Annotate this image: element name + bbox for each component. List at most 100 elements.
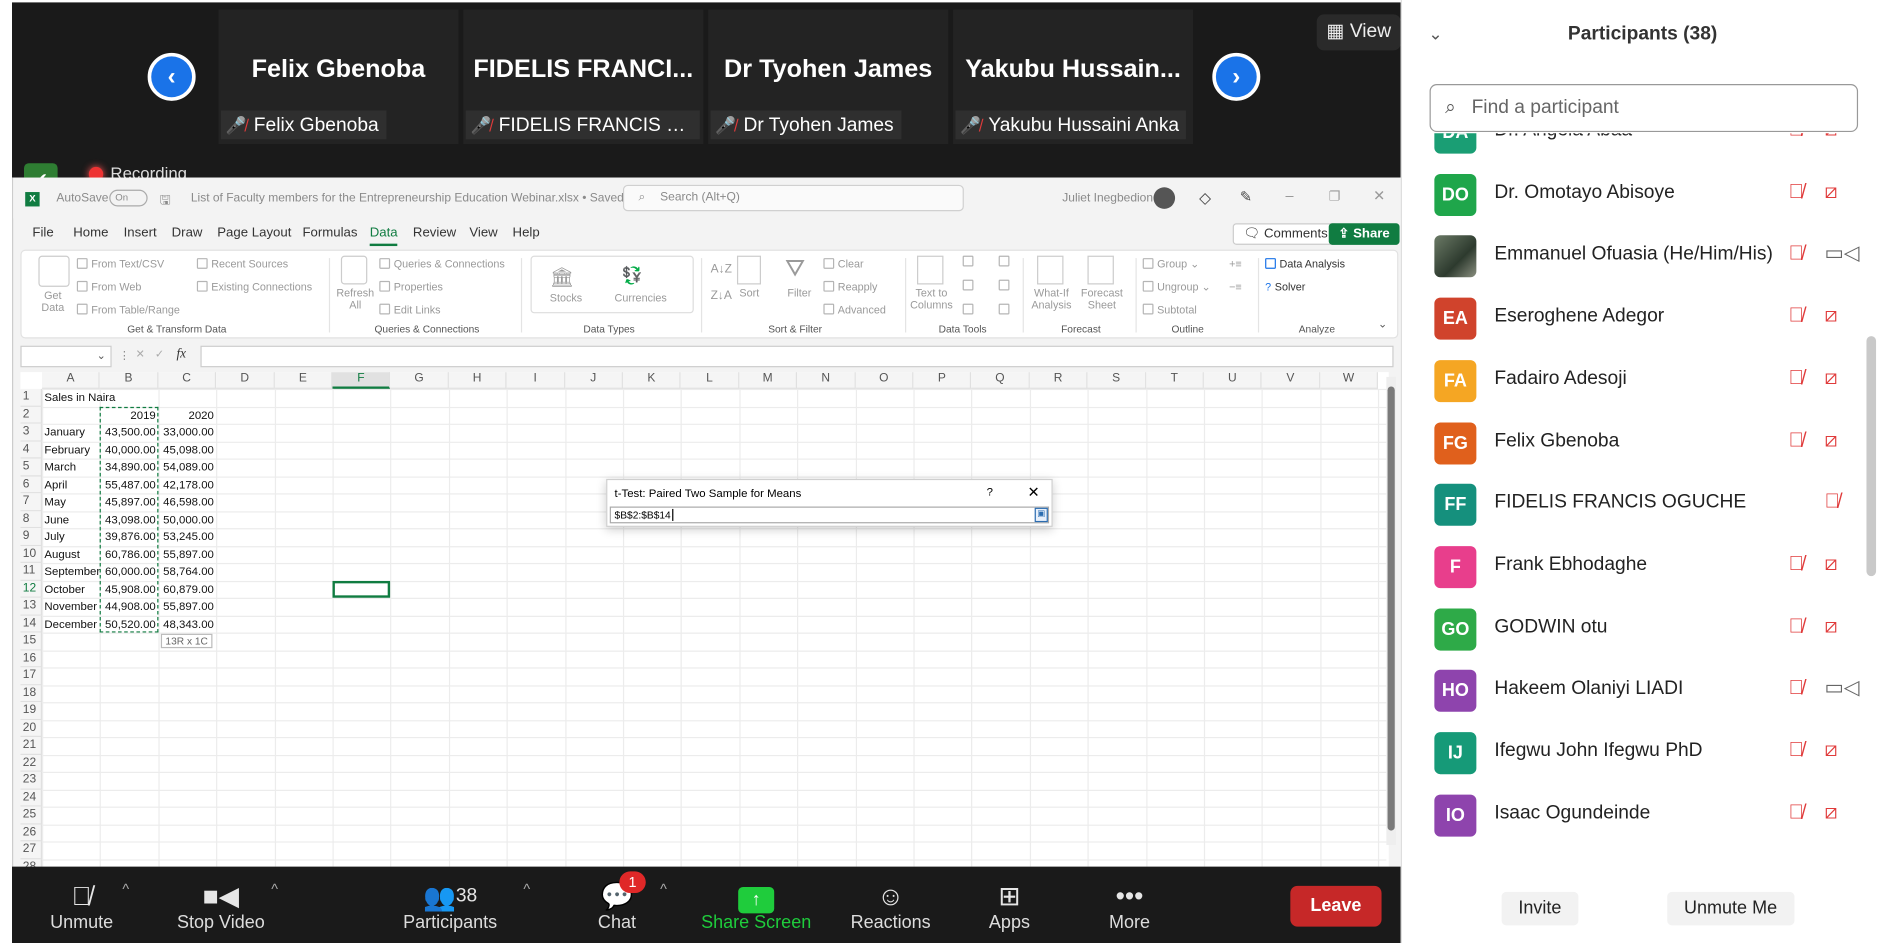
column-header-r[interactable]: R xyxy=(1029,372,1088,389)
filter-button[interactable]: Filter xyxy=(787,287,811,299)
column-header-t[interactable]: T xyxy=(1145,372,1204,389)
row-header-24[interactable]: 24 xyxy=(20,789,43,807)
column-header-l[interactable]: L xyxy=(681,372,740,389)
hide-detail-icon[interactable]: −≡ xyxy=(1229,281,1242,293)
refresh-all-button[interactable]: Refresh All xyxy=(331,287,379,311)
spreadsheet-grid[interactable]: A B C D E F G H I J K L M N O P Q R S T U V W 1 2 3 4 5 6 7 8 9 10 11 12 13… xyxy=(20,372,1389,867)
column-header-j[interactable]: J xyxy=(564,372,623,389)
sales-2020-cell[interactable]: 55,897.00 xyxy=(161,600,214,613)
month-cell[interactable]: August xyxy=(44,548,80,561)
insert-function-icon[interactable]: fx xyxy=(176,347,186,361)
participant-item[interactable]: DO Dr. Omotayo Abisoye 🎙̸ ⧄ xyxy=(1402,164,1864,226)
participant-item[interactable]: DA Dr. Angela Abaa 🎙̸ ⧄ xyxy=(1402,133,1864,164)
recent-sources-button[interactable]: Recent Sources xyxy=(196,258,288,270)
video-tile-2[interactable]: FIDELIS FRANCI... 🎤̸FIDELIS FRANCIS OGU.… xyxy=(463,9,704,145)
prev-page-button[interactable]: ‹ xyxy=(147,52,196,101)
column-header-b[interactable]: B xyxy=(100,372,159,389)
sales-2020-cell[interactable]: 54,089.00 xyxy=(161,461,214,474)
menu-home[interactable]: Home xyxy=(73,226,108,240)
find-participant-input[interactable]: ⌕ Find a participant xyxy=(1429,84,1859,133)
more-button[interactable]: ••• More xyxy=(1102,881,1157,933)
month-cell[interactable]: July xyxy=(44,531,64,544)
month-cell[interactable]: April xyxy=(44,478,67,491)
month-cell[interactable]: May xyxy=(44,496,66,509)
audio-options-caret[interactable]: ^ xyxy=(122,881,129,898)
menu-formulas[interactable]: Formulas xyxy=(302,226,357,240)
range-input[interactable]: $B$2:$B$14 xyxy=(609,506,1050,524)
user-avatar[interactable] xyxy=(1153,187,1176,209)
excel-search-input[interactable]: ⌕ Search (Alt+Q) xyxy=(622,184,964,212)
reactions-button[interactable]: ☺ Reactions xyxy=(847,881,933,933)
column-header-f[interactable]: F xyxy=(332,372,391,389)
sales-2020-cell[interactable]: 48,343.00 xyxy=(161,618,214,631)
row-header-13[interactable]: 13 xyxy=(20,597,43,616)
ribbon-collapse-icon[interactable]: ⌄ xyxy=(1378,318,1387,331)
row-header-20[interactable]: 20 xyxy=(20,719,43,737)
data-validation-icon[interactable] xyxy=(962,303,977,316)
invite-button[interactable]: Invite xyxy=(1501,891,1579,926)
row-header-8[interactable]: 8 xyxy=(20,510,43,529)
ungroup-button[interactable]: Ungroup ⌄ xyxy=(1142,280,1211,294)
row-header-21[interactable]: 21 xyxy=(20,736,43,755)
flash-fill-icon[interactable] xyxy=(962,255,977,268)
column-header-c[interactable]: C xyxy=(158,372,217,389)
active-cell[interactable] xyxy=(332,580,391,598)
menu-draw[interactable]: Draw xyxy=(172,226,203,240)
subtotal-button[interactable]: Subtotal xyxy=(1142,303,1197,316)
participant-item[interactable]: GO GODWIN otu 🎙̸ ⧄ xyxy=(1402,598,1864,660)
enter-icon[interactable]: ✓ xyxy=(155,348,164,361)
participant-item[interactable]: Emmanuel Ofuasia (He/Him/His) 🎙̸ ▭◁ xyxy=(1402,226,1864,288)
column-header-q[interactable]: Q xyxy=(971,372,1030,389)
autosave-toggle[interactable]: On xyxy=(109,189,148,207)
month-cell[interactable]: December xyxy=(44,618,97,631)
participant-item[interactable]: FG Felix Gbenoba 🎙̸ ⧄ xyxy=(1402,412,1864,474)
sort-descending-icon[interactable]: Z↓A xyxy=(711,289,732,302)
sales-2020-cell[interactable]: 58,764.00 xyxy=(161,565,214,578)
row-header-18[interactable]: 18 xyxy=(20,684,43,703)
menu-data[interactable]: Data xyxy=(369,226,398,247)
data-model-icon[interactable] xyxy=(998,303,1013,316)
participants-button[interactable]: 👥38 Participants xyxy=(396,881,504,932)
row-header-4[interactable]: 4 xyxy=(20,441,43,459)
show-detail-icon[interactable]: +≡ xyxy=(1229,258,1242,270)
row-header-17[interactable]: 17 xyxy=(20,667,43,685)
month-cell[interactable]: June xyxy=(44,513,69,526)
column-header-g[interactable]: G xyxy=(390,372,449,389)
share-screen-button[interactable]: ↑ Share Screen xyxy=(701,881,811,933)
row-header-6[interactable]: 6 xyxy=(20,475,43,494)
collapse-range-icon[interactable]: ▣ xyxy=(1034,507,1048,523)
chat-options-caret[interactable]: ^ xyxy=(660,881,667,898)
row-header-16[interactable]: 16 xyxy=(20,649,43,668)
column-header-p[interactable]: P xyxy=(913,372,972,389)
row-header-1[interactable]: 1 xyxy=(20,388,43,407)
existing-connections-button[interactable]: Existing Connections xyxy=(196,280,312,293)
premium-diamond-icon[interactable]: ◇ xyxy=(1199,188,1211,207)
apps-button[interactable]: ⊞ Apps xyxy=(984,881,1034,933)
video-tile-4[interactable]: Yakubu Hussain... 🎤̸ Yakubu Hussaini Anka xyxy=(953,9,1194,145)
close-icon[interactable]: ✕ xyxy=(1373,187,1385,204)
clear-filter-button[interactable]: Clear xyxy=(823,258,864,270)
row-header-5[interactable]: 5 xyxy=(20,458,43,476)
cancel-icon[interactable]: ✕ xyxy=(136,348,145,361)
participant-item[interactable]: EA Eseroghene Adegor 🎙̸ ⧄ xyxy=(1402,288,1864,350)
unmute-me-button[interactable]: Unmute Me xyxy=(1667,891,1794,926)
participant-item[interactable]: IO Isaac Ogundeinde 🎙̸ ⧄ xyxy=(1402,785,1864,847)
dialog-close-icon[interactable]: ✕ xyxy=(1027,484,1039,501)
from-text-csv-button[interactable]: From Text/CSV xyxy=(76,258,164,270)
column-header-a[interactable]: A xyxy=(42,372,101,389)
sales-2020-cell[interactable]: 50,000.00 xyxy=(161,513,214,526)
row-header-9[interactable]: 9 xyxy=(20,528,43,546)
sales-2020-cell[interactable]: 53,245.00 xyxy=(161,531,214,544)
column-header-v[interactable]: V xyxy=(1261,372,1321,389)
column-header-d[interactable]: D xyxy=(216,372,275,389)
column-header-u[interactable]: U xyxy=(1203,372,1262,389)
sales-2020-cell[interactable]: 45,098.00 xyxy=(161,444,214,457)
video-tile-1[interactable]: Felix Gbenoba 🎤̸ Felix Gbenoba xyxy=(218,9,459,145)
sales-2020-cell[interactable]: 46,598.00 xyxy=(161,496,214,509)
solver-button[interactable]: ? Solver xyxy=(1265,281,1305,293)
row-header-3[interactable]: 3 xyxy=(20,423,43,442)
month-cell[interactable]: February xyxy=(44,444,90,457)
what-if-analysis-button[interactable]: What-If Analysis xyxy=(1027,287,1075,311)
pen-icon[interactable]: ✎ xyxy=(1240,188,1252,205)
month-cell[interactable]: March xyxy=(44,461,76,474)
